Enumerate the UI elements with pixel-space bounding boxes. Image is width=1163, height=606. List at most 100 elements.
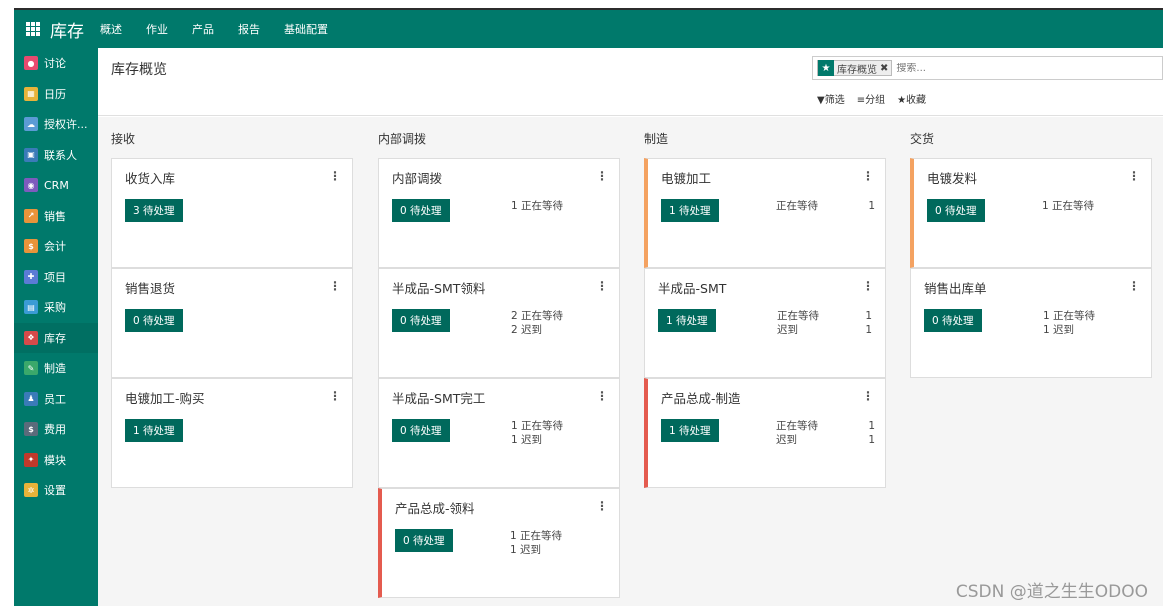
sidebar-item[interactable]: $ 会计 [14,231,98,262]
card-title[interactable]: 半成品-SMT领料 [392,278,485,297]
kebab-menu-icon[interactable]: ⋮ [329,169,341,183]
sidebar-item[interactable]: ♟ 员工 [14,384,98,415]
sidebar-item[interactable]: ✎ 制造 [14,353,98,384]
card-title[interactable]: 收货入库 [125,168,175,187]
to-process-button[interactable]: 0 待处理 [927,199,985,222]
card-title[interactable]: 电镀加工-购买 [125,388,205,407]
sidebar-item[interactable]: ↗ 销售 [14,201,98,232]
calendar-icon: ▦ [24,86,38,101]
sidebar-item[interactable]: ▤ 采购 [14,292,98,323]
picking-type-card[interactable]: 销售出库单 ⋮ 0 待处理 1 正在等待 1 迟到 [910,268,1152,378]
app-brand[interactable]: 库存 [50,17,84,42]
kebab-menu-icon[interactable]: ⋮ [1128,279,1140,293]
to-process-button[interactable]: 0 待处理 [395,529,453,552]
status-link[interactable]: 1 正在等待 [511,420,563,433]
sidebar-item[interactable]: ▣ 联系人 [14,140,98,171]
sidebar-item[interactable]: ✲ 设置 [14,475,98,506]
card-title[interactable]: 电镀发料 [927,168,977,187]
status-link[interactable]: 1 正在等待 [1043,310,1095,323]
picking-type-card[interactable]: 半成品-SMT ⋮ 1 待处理 正在等待 1 迟到 1 [644,268,886,378]
filter-button[interactable]: ▼筛选 [817,91,845,106]
search-box[interactable]: ★ 库存概览 ✖ [812,56,1163,80]
status-link[interactable]: 2 正在等待 [511,310,563,323]
sidebar-item-label: 授权许... [44,118,88,132]
to-process-button[interactable]: 0 待处理 [392,199,450,222]
favorites-button[interactable]: ★收藏 [897,91,926,106]
menu-configuration[interactable]: 基础配置 [284,21,328,37]
to-process-button[interactable]: 1 待处理 [661,419,719,442]
status-link[interactable]: 1 正在等待 [511,200,563,213]
sidebar-item[interactable]: ☁ 授权许... [14,109,98,140]
status-count: 1 [868,434,875,446]
picking-type-card[interactable]: 销售退货 ⋮ 0 待处理 [111,268,353,378]
kebab-menu-icon[interactable]: ⋮ [862,389,874,403]
to-process-button[interactable]: 3 待处理 [125,199,183,222]
navbar: 库存 概述 作业 产品 报告 基础配置 [14,10,1163,48]
card-title[interactable]: 内部调拨 [392,168,442,187]
to-process-button[interactable]: 1 待处理 [661,199,719,222]
status-link[interactable]: 1 正在等待 [510,530,562,543]
kebab-menu-icon[interactable]: ⋮ [329,389,341,403]
card-title[interactable]: 电镀加工 [661,168,711,187]
menu-reporting[interactable]: 报告 [238,21,260,37]
picking-type-card[interactable]: 电镀发料 ⋮ 0 待处理 1 正在等待 [910,158,1152,268]
card-title[interactable]: 销售出库单 [924,278,987,297]
sidebar-item[interactable]: ◉ CRM [14,170,98,201]
group-by-button[interactable]: ≡分组 [857,91,885,106]
sidebar-item[interactable]: ✦ 模块 [14,445,98,476]
sidebar-item[interactable]: $ 费用 [14,414,98,445]
menu-products[interactable]: 产品 [192,21,214,37]
status-link[interactable]: 正在等待 [776,200,818,213]
to-process-button[interactable]: 0 待处理 [392,419,450,442]
to-process-button[interactable]: 1 待处理 [125,419,183,442]
picking-type-card[interactable]: 收货入库 ⋮ 3 待处理 [111,158,353,268]
picking-type-card[interactable]: 产品总成-领料 ⋮ 0 待处理 1 正在等待 1 迟到 [378,488,620,598]
kebab-menu-icon[interactable]: ⋮ [596,279,608,293]
people-icon: ♟ [24,391,38,406]
status-link[interactable]: 1 正在等待 [1042,200,1094,213]
kebab-menu-icon[interactable]: ⋮ [596,499,608,513]
status-link[interactable]: 2 迟到 [511,324,542,337]
search-input[interactable] [896,62,1077,74]
menu-overview[interactable]: 概述 [100,21,122,37]
sidebar-item[interactable]: ✚ 项目 [14,262,98,293]
sidebar-item[interactable]: ▦ 日历 [14,79,98,110]
picking-type-card[interactable]: 电镀加工 ⋮ 1 待处理 正在等待 1 [644,158,886,268]
kebab-menu-icon[interactable]: ⋮ [862,169,874,183]
apps-grid-icon[interactable] [26,22,40,36]
card-title[interactable]: 半成品-SMT [658,278,726,297]
kebab-menu-icon[interactable]: ⋮ [862,279,874,293]
card-title[interactable]: 半成品-SMT完工 [392,388,485,407]
sidebar-item[interactable]: ● 讨论 [14,48,98,79]
status-link[interactable]: 1 迟到 [511,434,542,447]
to-process-button[interactable]: 1 待处理 [658,309,716,332]
to-process-button[interactable]: 0 待处理 [125,309,183,332]
kanban-board: 接收 收货入库 ⋮ 3 待处理 销售退货 ⋮ 0 待处理 电镀加工-购买 ⋮ 1 待处理 内部调拨内… [98,117,1163,606]
card-title[interactable]: 产品总成-制造 [661,388,741,407]
kebab-menu-icon[interactable]: ⋮ [596,389,608,403]
picking-type-card[interactable]: 半成品-SMT领料 ⋮ 0 待处理 2 正在等待 2 迟到 [378,268,620,378]
sidebar-item-label: 日历 [44,87,66,101]
card-title[interactable]: 产品总成-领料 [395,498,475,517]
status-link[interactable]: 迟到 [777,324,798,337]
picking-type-card[interactable]: 半成品-SMT完工 ⋮ 0 待处理 1 正在等待 1 迟到 [378,378,620,488]
invoice-icon: $ [24,239,38,254]
picking-type-card[interactable]: 内部调拨 ⋮ 0 待处理 1 正在等待 [378,158,620,268]
to-process-button[interactable]: 0 待处理 [924,309,982,332]
status-link[interactable]: 正在等待 [777,310,819,323]
sidebar-item[interactable]: ❖ 库存 [14,322,98,353]
main-content: 库存概览 ★ 库存概览 ✖ ▼筛选 ≡分组 ★收藏 接收收货入库 ⋮ 3 待处理销售… [98,48,1163,606]
status-link[interactable]: 迟到 [776,434,797,447]
kebab-menu-icon[interactable]: ⋮ [596,169,608,183]
status-link[interactable]: 1 迟到 [1043,324,1074,337]
remove-facet-icon[interactable]: ✖ [880,63,891,74]
card-title[interactable]: 销售退货 [125,278,175,297]
status-link[interactable]: 正在等待 [776,420,818,433]
picking-type-card[interactable]: 产品总成-制造 ⋮ 1 待处理 正在等待 1 迟到 1 [644,378,886,488]
status-link[interactable]: 1 迟到 [510,544,541,557]
kebab-menu-icon[interactable]: ⋮ [1128,169,1140,183]
kebab-menu-icon[interactable]: ⋮ [329,279,341,293]
picking-type-card[interactable]: 电镀加工-购买 ⋮ 1 待处理 [111,378,353,488]
menu-operations[interactable]: 作业 [146,21,168,37]
to-process-button[interactable]: 0 待处理 [392,309,450,332]
